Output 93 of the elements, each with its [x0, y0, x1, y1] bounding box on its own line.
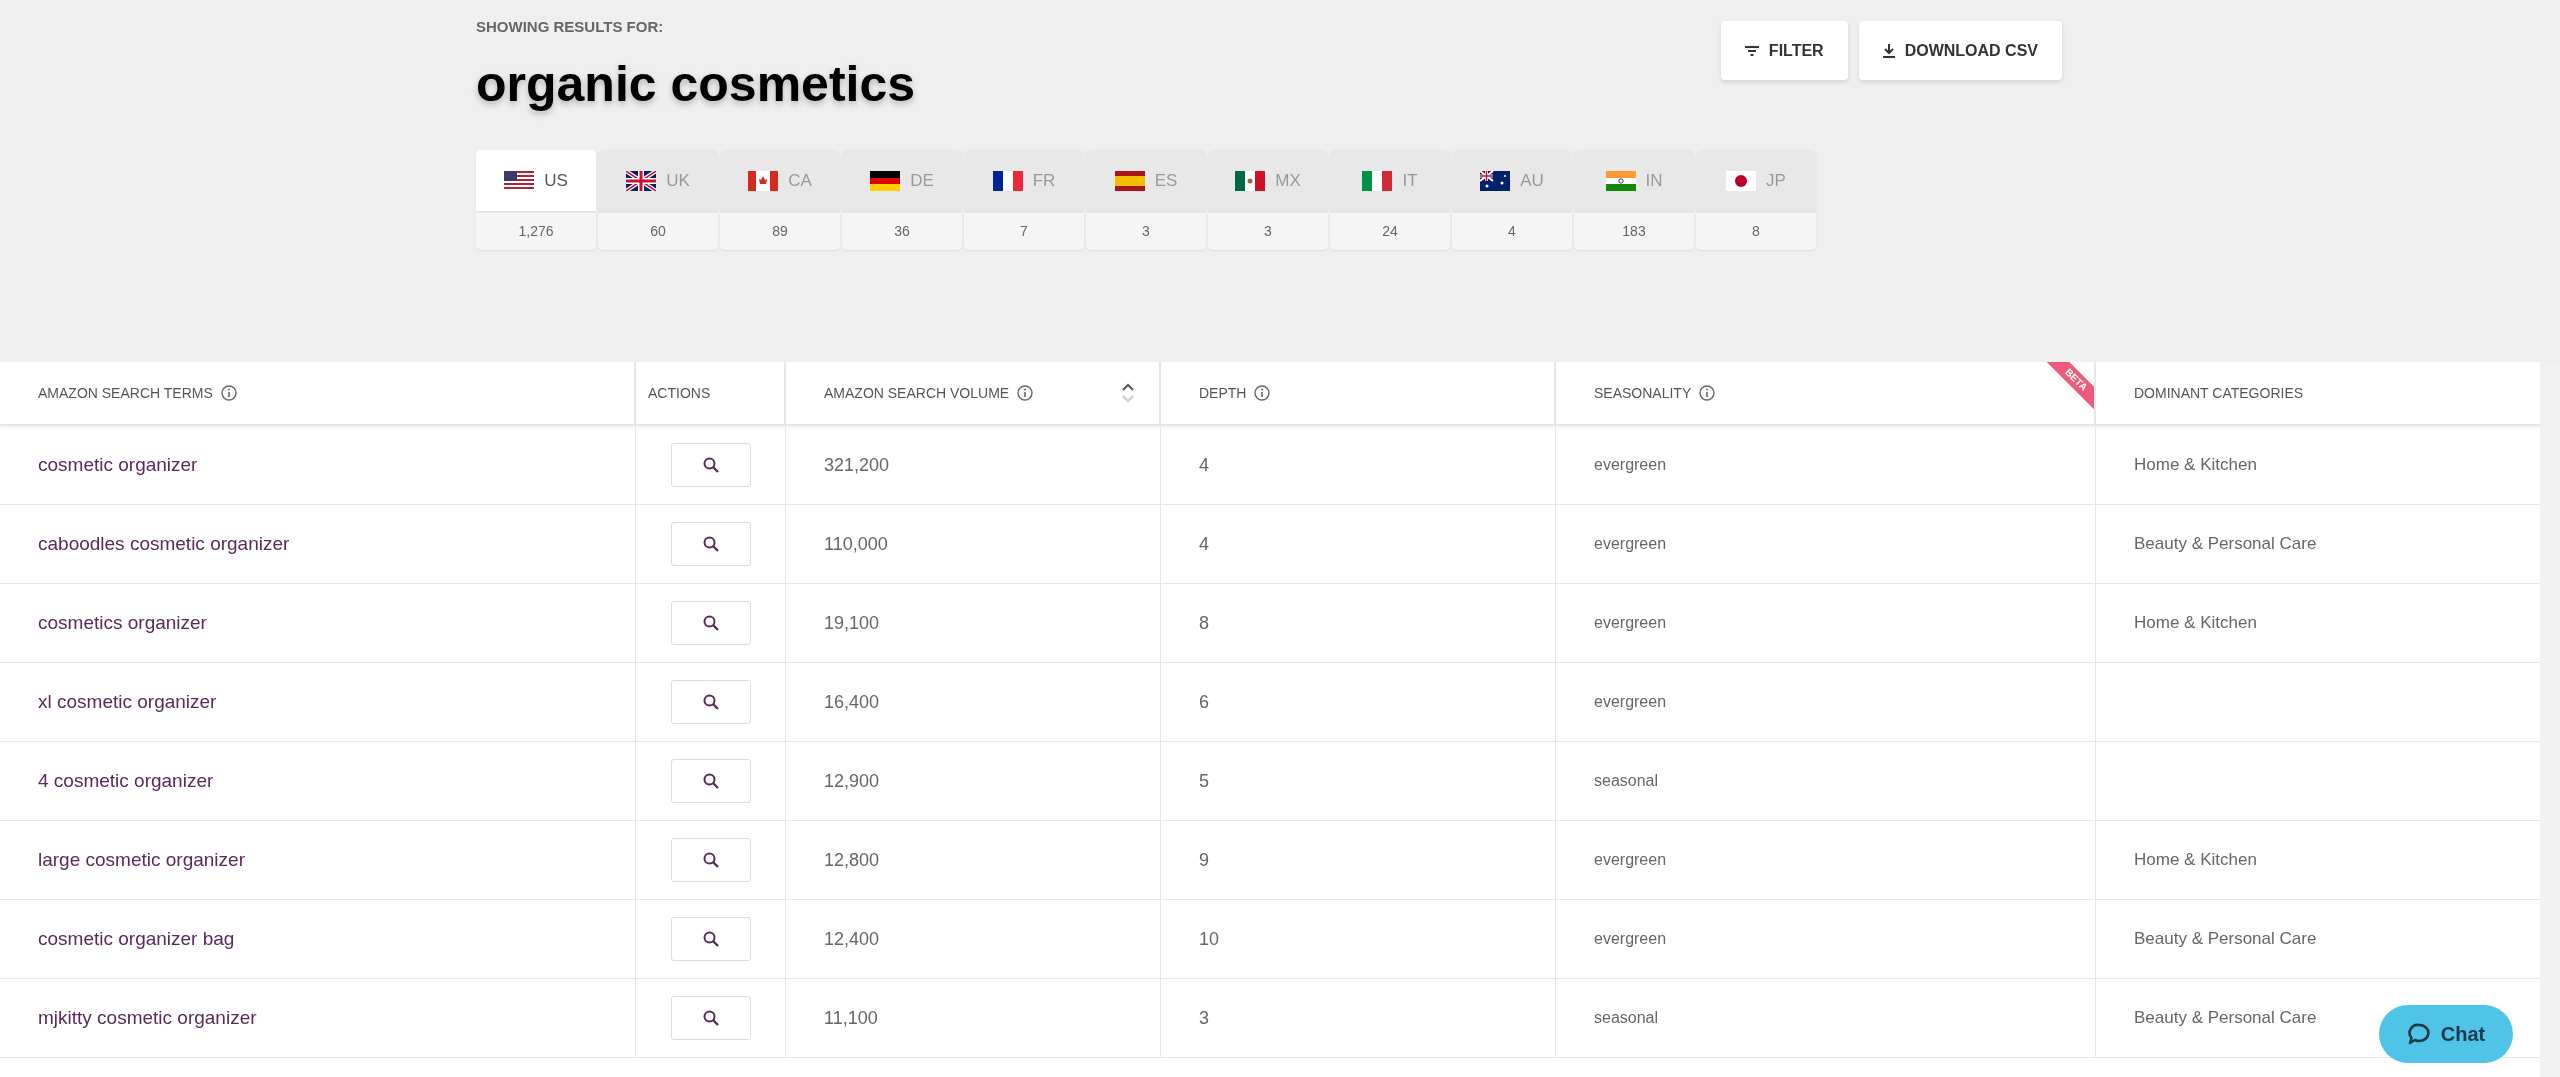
filter-button[interactable]: FILTER [1720, 21, 1848, 80]
result-count: 7 [964, 213, 1084, 250]
search-term-link[interactable]: caboodles cosmetic organizer [38, 529, 290, 559]
result-count: 3 [1086, 213, 1206, 250]
table-cell-text: 6 [1199, 690, 1209, 714]
table-cell-text: Home & Kitchen [2134, 849, 2257, 872]
search-button[interactable] [670, 759, 751, 803]
table-cell-text: 19,100 [824, 611, 880, 635]
table-cell-text: 321,200 [824, 453, 890, 477]
table-cell-text: 12,800 [824, 848, 880, 872]
result-count: 60 [598, 213, 718, 250]
flag-icon [626, 170, 657, 191]
result-count: 1,276 [476, 213, 596, 250]
column-header[interactable]: SEASONALITY [1594, 382, 1692, 404]
result-count: 4 [1452, 213, 1572, 250]
column-header[interactable]: DEPTH [1199, 382, 1247, 404]
result-count: 89 [720, 213, 840, 250]
download-button[interactable]: DOWNLOAD CSV [1858, 21, 2062, 80]
search-button[interactable] [670, 443, 751, 487]
flag-icon [1362, 170, 1393, 191]
table-cell-text: evergreen [1594, 534, 1667, 554]
search-icon [702, 694, 719, 710]
table-cell-text: 3 [1199, 1006, 1209, 1030]
table-cell-text: evergreen [1594, 692, 1667, 712]
table-cell-text: 10 [1199, 927, 1220, 951]
table-cell-text: 12,900 [824, 769, 880, 793]
sort-icon[interactable] [1121, 382, 1135, 404]
table-cell-text: 110,000 [824, 532, 888, 556]
result-count: 8 [1696, 213, 1816, 250]
search-term-link[interactable]: cosmetic organizer bag [38, 924, 235, 954]
flag-icon [992, 170, 1023, 191]
table-cell-text: Beauty & Personal Care [2134, 1007, 2317, 1030]
search-button[interactable] [670, 996, 751, 1040]
search-term-link[interactable]: cosmetics organizer [38, 608, 207, 638]
table-cell-text: 4 [1199, 453, 1209, 477]
download-icon [1882, 43, 1895, 58]
search-term-link[interactable]: 4 cosmetic organizer [38, 766, 214, 796]
table-cell-text: 16,400 [824, 690, 880, 714]
column-header[interactable]: AMAZON SEARCH VOLUME [824, 382, 1010, 404]
result-count: 36 [842, 213, 962, 250]
table-cell-text: evergreen [1594, 850, 1667, 870]
result-count: 183 [1574, 213, 1694, 250]
search-icon [702, 852, 719, 868]
table-cell-text: Beauty & Personal Care [2134, 928, 2317, 951]
search-term-link[interactable]: cosmetic organizer [38, 450, 198, 480]
speech-bubble-icon [2406, 1022, 2431, 1046]
flag-icon [1235, 170, 1266, 191]
search-button[interactable] [670, 601, 751, 645]
table-cell-text: 8 [1199, 611, 1209, 635]
search-term-link[interactable]: xl cosmetic organizer [38, 687, 217, 717]
flag-icon [1726, 170, 1757, 191]
search-icon [702, 773, 719, 789]
search-icon [702, 1010, 719, 1026]
search-term-link[interactable]: large cosmetic organizer [38, 845, 245, 875]
table-cell-text: seasonal [1594, 1008, 1659, 1028]
search-button[interactable] [670, 680, 751, 724]
flag-icon [1605, 170, 1636, 191]
table-cell-text: 4 [1199, 532, 1209, 556]
filter-icon [1744, 45, 1759, 56]
column-header[interactable]: ACTIONS [648, 382, 711, 404]
table-cell-text: 11,100 [824, 1006, 878, 1030]
search-icon [702, 536, 719, 552]
table-cell-text: evergreen [1594, 613, 1667, 633]
table-cell-text: evergreen [1594, 455, 1667, 475]
search-icon [702, 615, 719, 631]
search-button[interactable] [670, 838, 751, 882]
result-count: 3 [1208, 213, 1328, 250]
table-cell-text: Home & Kitchen [2134, 612, 2257, 635]
table-cell-text: seasonal [1594, 771, 1659, 791]
flag-icon [504, 170, 535, 191]
column-header[interactable]: DOMINANT CATEGORIES [2134, 382, 2304, 404]
search-icon [702, 457, 719, 473]
flag-icon [1480, 170, 1511, 191]
flag-icon [748, 170, 779, 191]
chat-button[interactable]: Chat [2379, 1005, 2513, 1063]
flag-icon [870, 170, 901, 191]
flag-icon [1114, 170, 1145, 191]
table-cell-text: Home & Kitchen [2134, 454, 2257, 477]
search-term-link[interactable]: mjkitty cosmetic organizer [38, 1003, 257, 1033]
table-cell-text: Beauty & Personal Care [2134, 533, 2317, 556]
column-header[interactable]: AMAZON SEARCH TERMS [38, 382, 213, 404]
search-query-title: organic cosmetics [476, 55, 916, 114]
result-count: 24 [1330, 213, 1450, 250]
search-button[interactable] [670, 522, 751, 566]
table-cell-text: 12,400 [824, 927, 880, 951]
search-icon [702, 931, 719, 947]
country-tab[interactable]: US [476, 150, 596, 211]
table-cell-text: 9 [1199, 848, 1209, 872]
table-cell-text: 5 [1199, 769, 1209, 793]
search-button[interactable] [670, 917, 751, 961]
scrollbar[interactable] [2540, 362, 2560, 1077]
results-label: SHOWING RESULTS FOR: [476, 17, 665, 36]
table-cell-text: evergreen [1594, 929, 1667, 949]
